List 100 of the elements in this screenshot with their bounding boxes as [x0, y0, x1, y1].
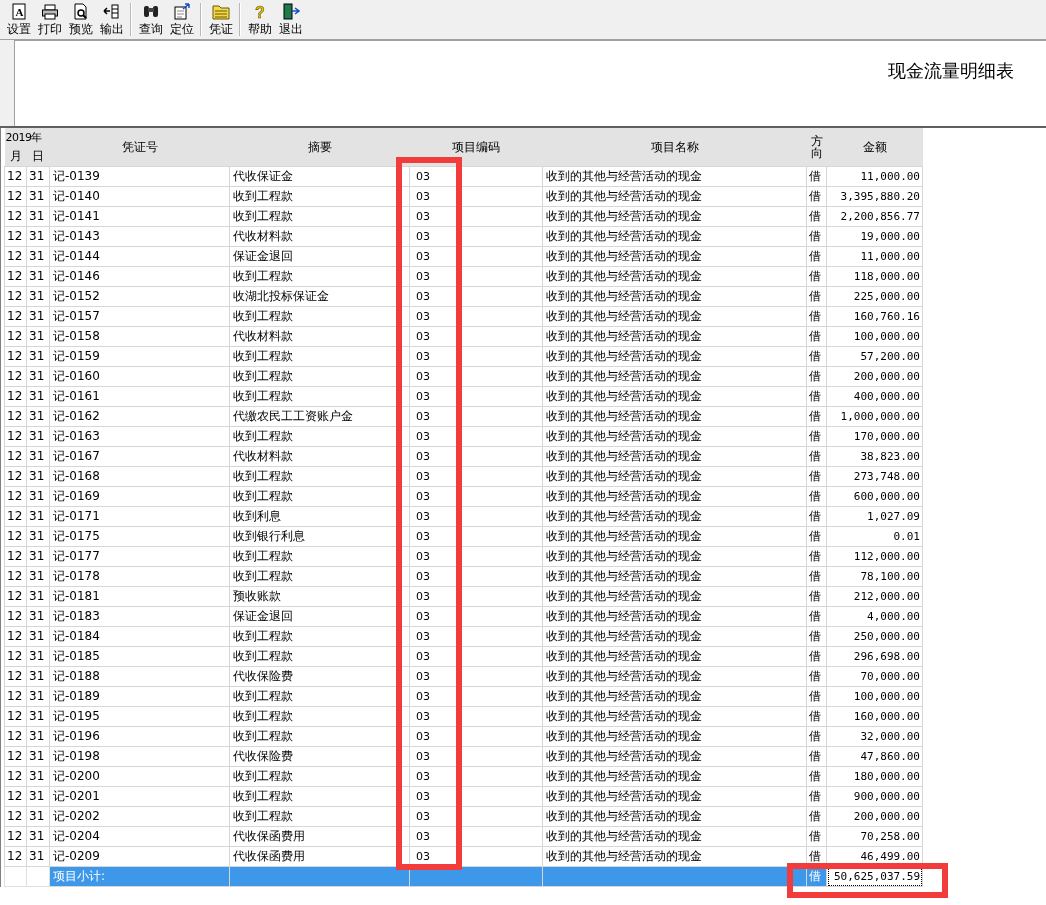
table-cell: 记-0139 [49, 166, 230, 187]
document-icon: A [9, 3, 28, 20]
table-cell: 收到利息 [229, 506, 410, 527]
table-cell: 31 [26, 566, 50, 587]
table-cell: 03 [409, 606, 543, 627]
table-cell: 借 [806, 446, 827, 467]
table-cell: 31 [26, 386, 50, 407]
table-cell: 记-0141 [49, 206, 230, 227]
toolbar-button[interactable]: 输出 [96, 0, 127, 39]
table-cell: 03 [409, 286, 543, 307]
table-cell: 31 [26, 446, 50, 467]
table-cell: 31 [26, 426, 50, 447]
table-cell: 收到的其他与经营活动的现金 [542, 666, 807, 687]
table-cell: 借 [806, 786, 827, 807]
table-cell: 收到工程款 [229, 486, 410, 507]
table-cell: 收到工程款 [229, 566, 410, 587]
table-cell: 记-0198 [49, 746, 230, 767]
table-cell: 12 [4, 426, 27, 447]
table-cell: 借 [806, 226, 827, 247]
table-cell: 借 [806, 266, 827, 287]
table-cell: 03 [409, 626, 543, 647]
table-cell: 03 [409, 186, 543, 207]
table-cell: 收到的其他与经营活动的现金 [542, 206, 807, 227]
table-cell: 收到工程款 [229, 726, 410, 747]
export-icon [102, 3, 121, 20]
table-cell: 借 [806, 766, 827, 787]
toolbar-button[interactable]: ? 帮助 [244, 0, 275, 39]
table-cell: 记-0167 [49, 446, 230, 467]
table-cell: 借 [806, 566, 827, 587]
table-cell: 记-0163 [49, 426, 230, 447]
table-cell: 借 [806, 426, 827, 447]
toolbar-button[interactable]: 打印 [34, 0, 65, 39]
table-cell: 200,000.00 [826, 806, 923, 827]
table-cell: 保证金退回 [229, 606, 410, 627]
table-cell: 12 [4, 326, 27, 347]
toolbar-button[interactable]: 查询 [135, 0, 166, 39]
table-cell: 记-0146 [49, 266, 230, 287]
table-cell: 600,000.00 [826, 486, 923, 507]
table-cell: 31 [26, 166, 50, 187]
table-cell: 记-0184 [49, 626, 230, 647]
column-header: 项目编码 [409, 128, 543, 167]
table-cell: 03 [409, 566, 543, 587]
table-cell: 记-0140 [49, 186, 230, 207]
table-cell: 31 [26, 686, 50, 707]
table-cell: 12 [4, 406, 27, 427]
table-cell: 03 [409, 506, 543, 527]
table-cell: 记-0209 [49, 846, 230, 867]
table-cell: 收到工程款 [229, 346, 410, 367]
table-cell: 收到工程款 [229, 306, 410, 327]
table-cell: 记-0152 [49, 286, 230, 307]
table-cell: 296,698.00 [826, 646, 923, 667]
table-cell: 70,000.00 [826, 666, 923, 687]
table-cell: 借 [806, 486, 827, 507]
toolbar-button[interactable]: 凭证 [205, 0, 236, 39]
table-cell: 31 [26, 626, 50, 647]
table-cell: 12 [4, 466, 27, 487]
toolbar-button[interactable]: A 设置 [3, 0, 34, 39]
table-cell: 12 [4, 606, 27, 627]
table-cell: 收到的其他与经营活动的现金 [542, 566, 807, 587]
table-cell: 12 [4, 726, 27, 747]
table-cell: 代收保险费 [229, 666, 410, 687]
table-cell: 12 [4, 526, 27, 547]
table-cell: 12 [4, 206, 27, 227]
table-cell: 记-0181 [49, 586, 230, 607]
table-cell: 03 [409, 386, 543, 407]
table-cell: 收到的其他与经营活动的现金 [542, 526, 807, 547]
table-cell: 收到工程款 [229, 186, 410, 207]
table-cell: 借 [806, 826, 827, 847]
table-cell: 借 [806, 206, 827, 227]
table-cell: 收到的其他与经营活动的现金 [542, 506, 807, 527]
table-cell: 借 [806, 306, 827, 327]
table-cell: 100,000.00 [826, 326, 923, 347]
table-cell: 12 [4, 686, 27, 707]
folder-icon [211, 3, 230, 20]
table-cell: 31 [26, 346, 50, 367]
table-cell: 31 [26, 506, 50, 527]
table-cell: 代收保函费用 [229, 846, 410, 867]
table-cell: 12 [4, 166, 27, 187]
table-cell: 收到的其他与经营活动的现金 [542, 586, 807, 607]
table-cell: 收到的其他与经营活动的现金 [542, 446, 807, 467]
table-cell: 12 [4, 846, 27, 867]
table-cell: 31 [26, 266, 50, 287]
table-cell: 12 [4, 266, 27, 287]
table-cell: 记-0195 [49, 706, 230, 727]
table-cell: 03 [409, 226, 543, 247]
table-cell: 代收保证金 [229, 166, 410, 187]
table-cell: 借 [806, 746, 827, 767]
table-cell: 31 [26, 826, 50, 847]
table-cell: 03 [409, 786, 543, 807]
table-cell: 31 [26, 806, 50, 827]
table-cell: 收到工程款 [229, 366, 410, 387]
table-cell: 收到的其他与经营活动的现金 [542, 726, 807, 747]
toolbar-button[interactable]: 定位 [166, 0, 197, 39]
table-cell: 借 [806, 506, 827, 527]
table-cell: 03 [409, 306, 543, 327]
table-cell: 记-0161 [49, 386, 230, 407]
table-cell: 借 [806, 606, 827, 627]
toolbar-button[interactable]: 预览 [65, 0, 96, 39]
toolbar-button[interactable]: 退出 [275, 0, 306, 39]
table-cell: 收到的其他与经营活动的现金 [542, 386, 807, 407]
